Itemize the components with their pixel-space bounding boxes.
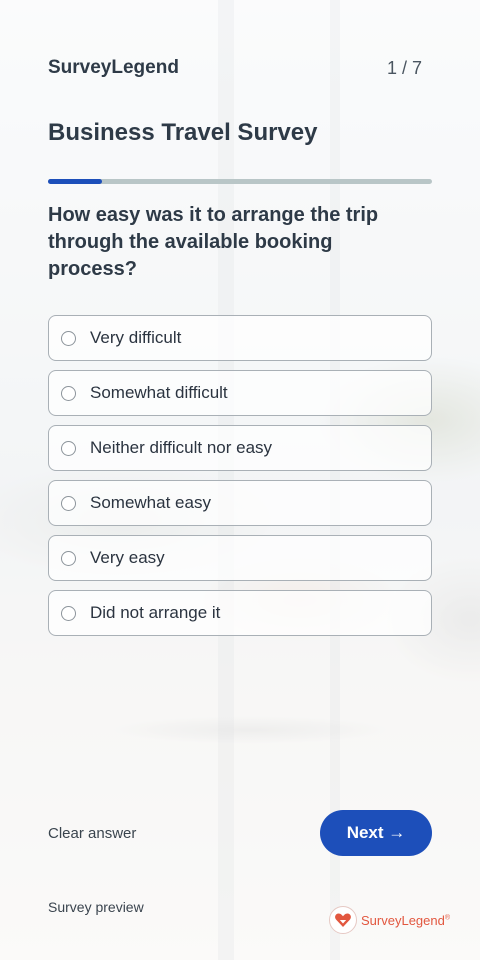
answer-option[interactable]: Very difficult	[48, 315, 432, 361]
radio-button[interactable]	[61, 330, 76, 346]
logo-text: SurveyLegend®	[361, 912, 451, 928]
answer-option-label: Somewhat difficult	[90, 383, 228, 402]
answer-option-label: Did not arrange it	[90, 603, 221, 622]
clear-answer-link[interactable]: Clear answer	[48, 825, 136, 842]
answer-options: Very difficult Somewhat difficult Neithe…	[48, 315, 432, 645]
answer-option-label: Very difficult	[90, 328, 182, 347]
answer-option[interactable]: Somewhat difficult	[48, 370, 432, 416]
brand-name: SurveyLegend	[48, 57, 179, 78]
progress-fill	[48, 179, 102, 184]
survey-preview-label: Survey preview	[48, 899, 144, 915]
radio-button[interactable]	[61, 440, 76, 456]
answer-option-label: Very easy	[90, 548, 165, 567]
answer-option[interactable]: Neither difficult nor easy	[48, 425, 432, 471]
radio-button[interactable]	[61, 550, 76, 566]
answer-option[interactable]: Very easy	[48, 535, 432, 581]
surveylegend-logo[interactable]: SurveyLegend®	[329, 906, 450, 934]
radio-button[interactable]	[61, 605, 76, 621]
radio-button[interactable]	[61, 385, 76, 401]
answer-option-label: Somewhat easy	[90, 493, 211, 512]
radio-button[interactable]	[61, 495, 76, 511]
next-button[interactable]: Next →	[320, 810, 432, 856]
answer-option[interactable]: Did not arrange it	[48, 590, 432, 636]
question-text: How easy was it to arrange the trip thro…	[48, 204, 379, 280]
progress-bar	[48, 179, 432, 184]
heart-logo-icon	[329, 906, 357, 934]
survey-title: Business Travel Survey	[48, 119, 318, 146]
question-counter: 1 / 7	[386, 58, 422, 78]
answer-option-label: Neither difficult nor easy	[90, 438, 273, 457]
survey-card: SurveyLegend 1 / 7 Business Travel Surve…	[0, 0, 480, 960]
answer-option[interactable]: Somewhat easy	[48, 480, 432, 526]
